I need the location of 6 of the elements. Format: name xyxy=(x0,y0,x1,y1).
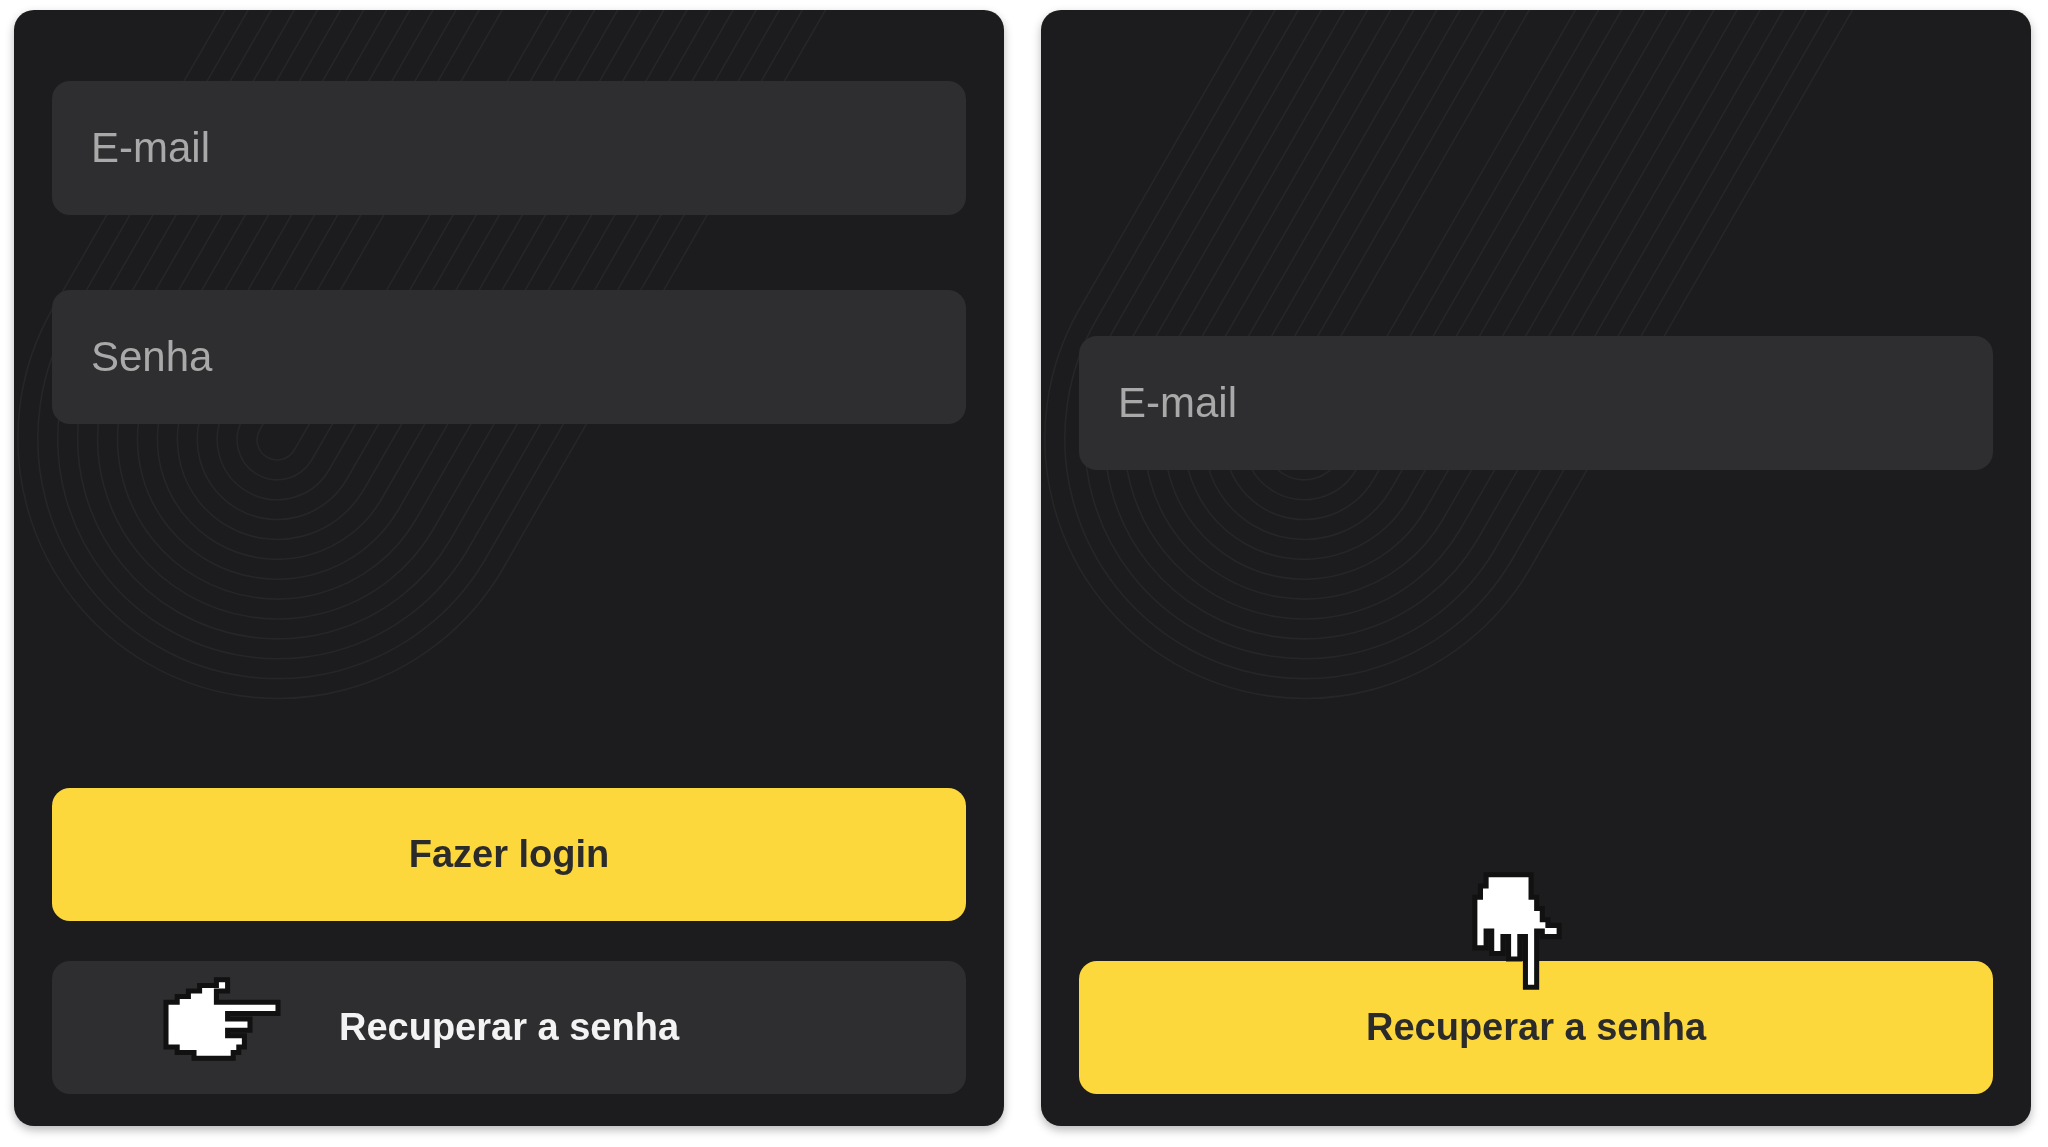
input-field[interactable]: Senha xyxy=(52,290,966,424)
primary-button[interactable]: Recuperar a senha xyxy=(1079,961,1993,1094)
secondary-button[interactable]: Recuperar a senha xyxy=(52,961,966,1094)
input-field[interactable]: E-mail xyxy=(52,81,966,215)
primary-button[interactable]: Fazer login xyxy=(52,788,966,921)
input-field[interactable]: E-mail xyxy=(1079,336,1993,470)
